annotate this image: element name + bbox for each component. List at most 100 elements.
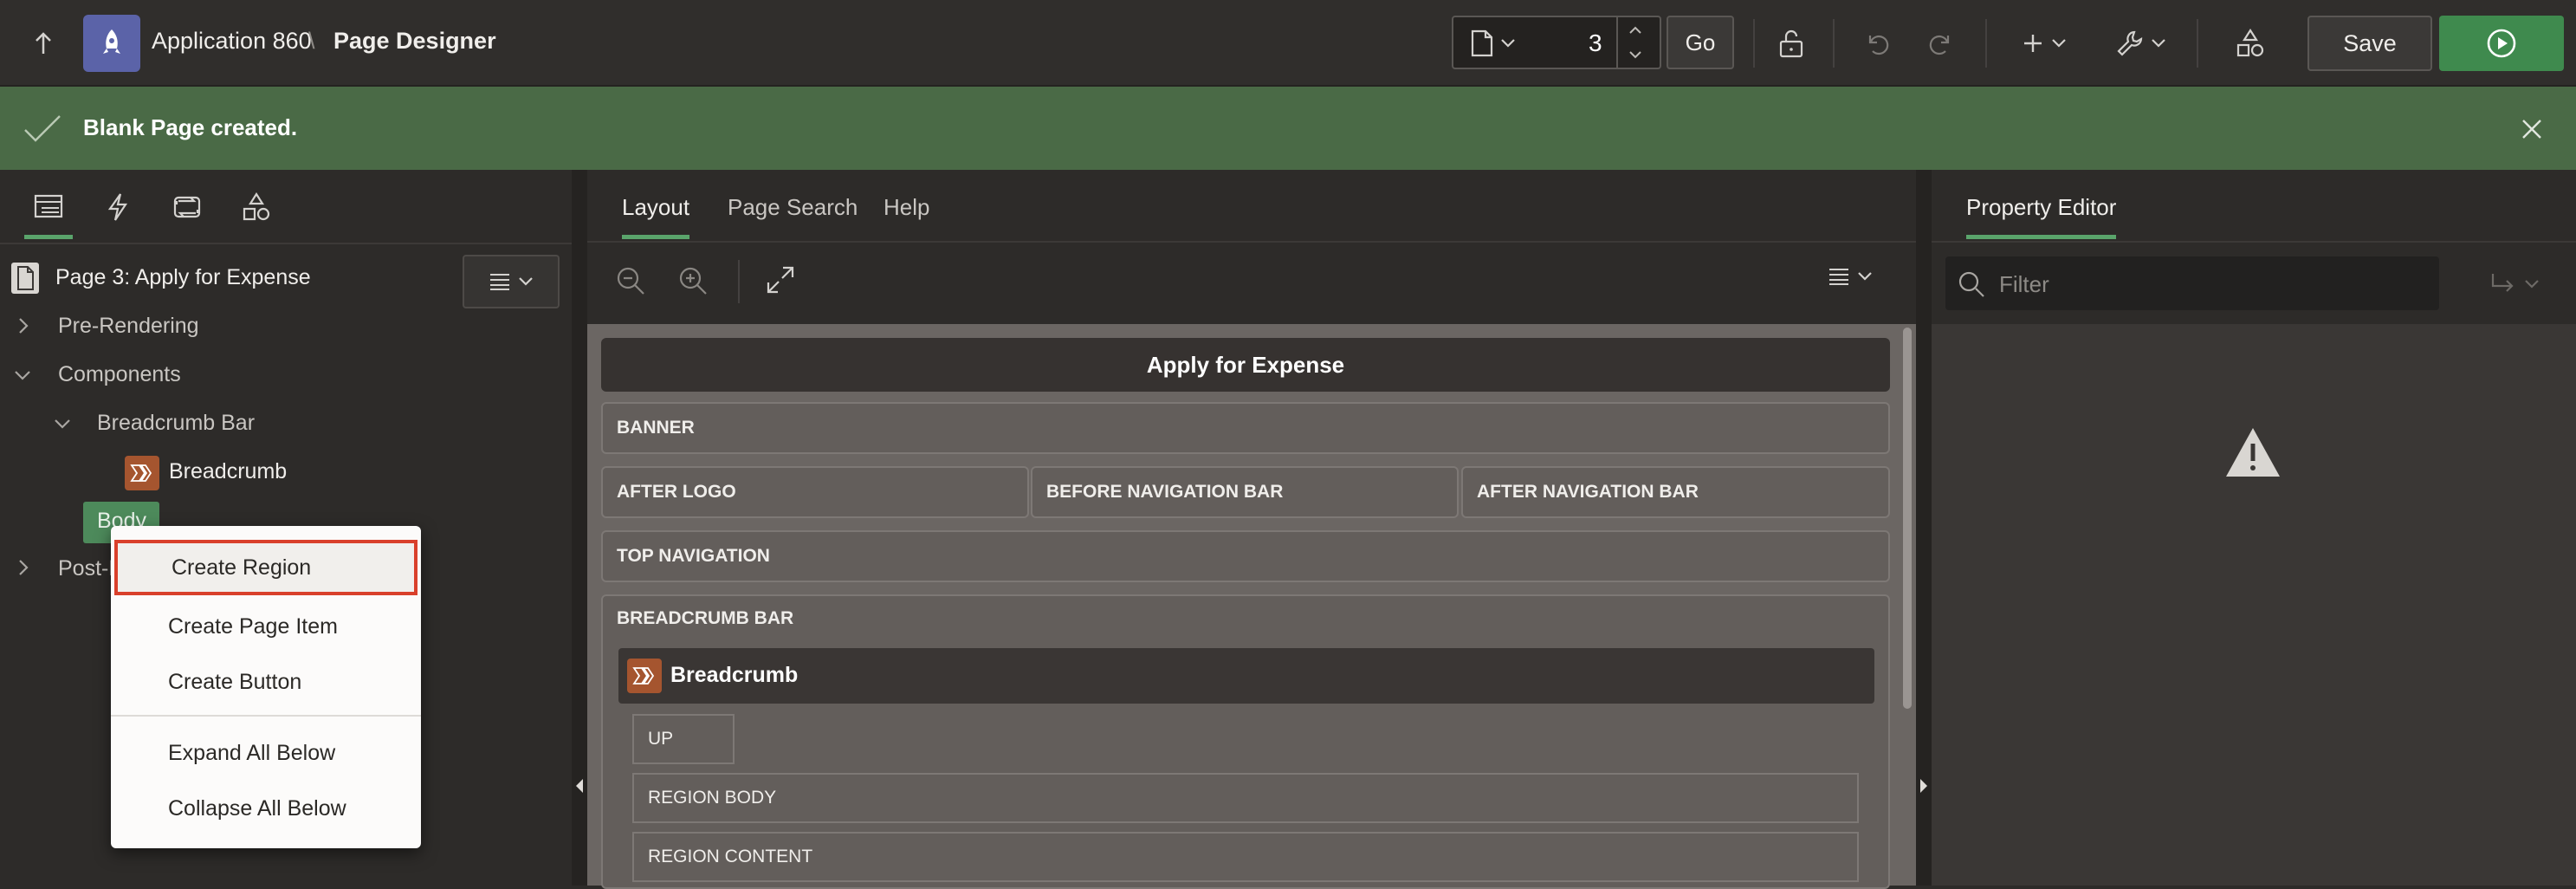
- position-up[interactable]: UP: [632, 714, 735, 764]
- increment-icon[interactable]: [1628, 26, 1642, 35]
- go-to-group-icon: [2491, 274, 2514, 292]
- app-rocket-icon[interactable]: [83, 15, 140, 72]
- chevron-down-icon[interactable]: [14, 369, 31, 381]
- app-name-link[interactable]: Application 860: [152, 28, 312, 55]
- create-menu-button[interactable]: [2018, 26, 2070, 61]
- chevron-down-icon: [1858, 272, 1872, 281]
- layout-page-title[interactable]: Apply for Expense: [601, 338, 1890, 392]
- go-button[interactable]: Go: [1667, 16, 1734, 69]
- shapes-icon: [2236, 28, 2264, 57]
- zoom-out-icon[interactable]: [615, 265, 646, 296]
- right-splitter[interactable]: [1916, 170, 1932, 886]
- lightning-icon: [107, 193, 128, 221]
- menu-item-expand-all-below[interactable]: Expand All Below: [111, 725, 421, 781]
- save-button[interactable]: Save: [2307, 16, 2432, 71]
- chevron-down-icon: [519, 277, 533, 286]
- chevron-right-icon[interactable]: [17, 317, 29, 334]
- warning-icon: [2226, 428, 2280, 477]
- redo-icon: [1929, 35, 1950, 55]
- plus-icon: [2024, 35, 2042, 52]
- collapse-right-icon: [1920, 779, 1927, 793]
- play-circle-icon: [2487, 29, 2516, 58]
- menu-item-create-region[interactable]: Create Region: [114, 540, 417, 595]
- position-banner[interactable]: BANNER: [601, 402, 1890, 454]
- page-number-input[interactable]: 3: [1589, 29, 1602, 57]
- menu-lines-icon: [1829, 269, 1848, 285]
- tab-rendering[interactable]: [24, 187, 73, 239]
- position-after-navigation-bar[interactable]: AFTER NAVIGATION BAR: [1461, 466, 1890, 518]
- left-splitter[interactable]: [572, 170, 587, 886]
- right-pane: Property Editor Filter: [1932, 170, 2576, 886]
- page-label[interactable]: Page 3: Apply for Expense: [55, 265, 311, 290]
- tree-menu-button[interactable]: [463, 255, 560, 308]
- tree-node-breadcrumb[interactable]: Breadcrumb: [169, 459, 287, 484]
- chevron-down-icon[interactable]: [54, 418, 71, 430]
- filter-placeholder: Filter: [1999, 271, 2049, 297]
- breadcrumb-region-icon: [627, 659, 662, 693]
- layout-canvas[interactable]: Apply for Expense BANNER AFTER LOGO BEFO…: [587, 324, 1916, 889]
- tab-property-editor[interactable]: Property Editor: [1966, 194, 2117, 239]
- position-top-navigation[interactable]: TOP NAVIGATION: [601, 530, 1890, 582]
- zoom-in-icon[interactable]: [677, 265, 709, 296]
- position-after-logo[interactable]: AFTER LOGO: [601, 466, 1029, 518]
- up-arrow-button[interactable]: [26, 28, 61, 59]
- chevron-down-icon: [2525, 280, 2539, 289]
- expand-icon[interactable]: [766, 265, 795, 295]
- redo-button[interactable]: [1923, 26, 1958, 61]
- notification-message: Blank Page created.: [83, 114, 298, 140]
- checkmark-icon: [24, 115, 61, 142]
- wrench-icon: [2117, 30, 2143, 56]
- success-notification: Blank Page created.: [0, 87, 2576, 170]
- shapes-icon: [243, 192, 270, 221]
- tab-processing[interactable]: [163, 187, 211, 239]
- menu-item-create-button[interactable]: Create Button: [111, 654, 421, 710]
- menu-divider: [111, 715, 421, 717]
- unlock-icon: [1779, 29, 1803, 58]
- go-to-group-button[interactable]: [2489, 272, 2540, 296]
- decrement-icon[interactable]: [1628, 50, 1642, 59]
- context-menu: Create Region Create Page Item Create Bu…: [111, 526, 421, 848]
- tab-page-search[interactable]: Page Search: [728, 194, 858, 235]
- undo-button[interactable]: [1861, 26, 1895, 61]
- page-icon: [1471, 29, 1493, 57]
- tree-node-pre-rendering[interactable]: Pre-Rendering: [58, 314, 199, 339]
- region-breadcrumb[interactable]: Breadcrumb: [618, 648, 1874, 704]
- page-icon: [11, 263, 39, 294]
- up-arrow-icon: [36, 32, 51, 54]
- tab-layout[interactable]: Layout: [622, 194, 690, 239]
- region-breadcrumb-label: Breadcrumb: [670, 663, 799, 687]
- shared-components-button[interactable]: [2231, 24, 2269, 62]
- tree-node-breadcrumb-bar[interactable]: Breadcrumb Bar: [97, 411, 255, 436]
- position-before-navigation-bar[interactable]: BEFORE NAVIGATION BAR: [1031, 466, 1459, 518]
- page-title: Page Designer: [333, 28, 496, 54]
- lock-button[interactable]: [1772, 24, 1810, 62]
- tab-shared-components[interactable]: [232, 187, 281, 239]
- menu-item-create-page-item[interactable]: Create Page Item: [111, 599, 421, 654]
- position-breadcrumb-bar-label: BREADCRUMB BAR: [617, 608, 794, 628]
- undo-icon: [1868, 35, 1889, 55]
- page-selector[interactable]: 3: [1452, 16, 1661, 69]
- position-region-content[interactable]: REGION CONTENT: [632, 832, 1859, 882]
- breadcrumb-region-icon: [125, 456, 159, 490]
- chevron-down-icon: [2052, 39, 2066, 48]
- tab-help[interactable]: Help: [883, 194, 929, 235]
- refresh-icon: [173, 196, 201, 218]
- rendering-icon: [34, 194, 63, 218]
- utilities-menu-button[interactable]: [2113, 24, 2169, 62]
- chevron-right-icon[interactable]: [17, 559, 29, 576]
- property-editor-body: [1932, 324, 2576, 886]
- tab-dynamic-actions[interactable]: [94, 187, 142, 239]
- filter-input[interactable]: Filter: [1945, 256, 2439, 310]
- layout-scrollbar-thumb[interactable]: [1903, 328, 1912, 709]
- top-toolbar: Application 860 \ Page Designer 3 Go Sav…: [0, 0, 2576, 87]
- close-icon[interactable]: [2521, 118, 2543, 140]
- run-button[interactable]: [2439, 16, 2564, 71]
- center-pane: Layout Page Search Help Apply for Expens…: [587, 170, 1916, 889]
- menu-item-collapse-all-below[interactable]: Collapse All Below: [111, 781, 421, 836]
- layout-menu-button[interactable]: [1828, 267, 1873, 286]
- tree-node-components[interactable]: Components: [58, 362, 181, 387]
- menu-lines-icon: [490, 274, 509, 290]
- position-region-body[interactable]: REGION BODY: [632, 773, 1859, 823]
- breadcrumb-separator: \: [308, 28, 315, 54]
- chevron-down-icon: [2152, 39, 2165, 48]
